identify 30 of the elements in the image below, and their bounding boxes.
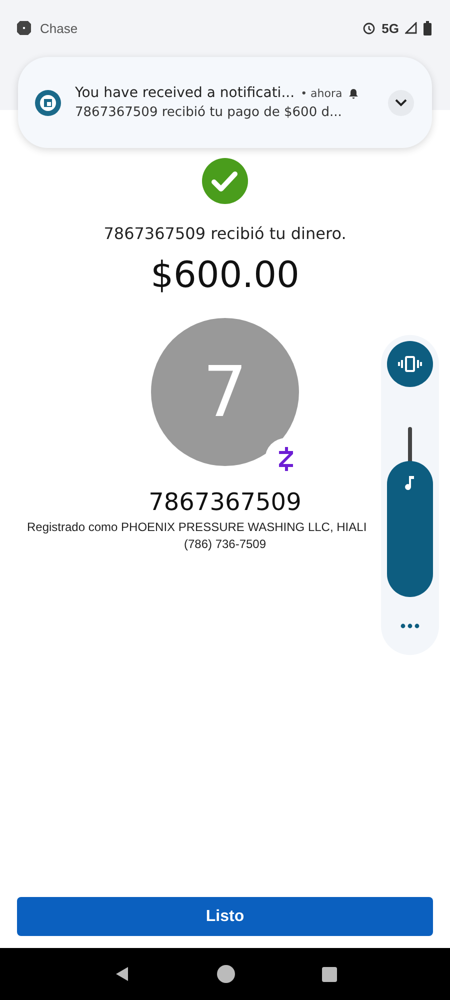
app-logo-icon: [16, 20, 32, 36]
music-note-icon: [404, 475, 416, 491]
bank-logo-icon: [35, 90, 61, 116]
vibrate-icon: [398, 355, 422, 373]
notification-time: • ahora: [300, 86, 342, 100]
more-icon: [400, 623, 420, 629]
home-icon[interactable]: [216, 965, 234, 983]
recipient-name: 7867367509: [148, 488, 302, 516]
confirmation-message: 7867367509 recibió tu dinero.: [104, 224, 346, 243]
bell-icon: [348, 88, 360, 98]
back-icon[interactable]: [114, 966, 130, 982]
registered-name: Registrado como PHOENIX PRESSURE WASHING LLC, HIALI: [27, 520, 367, 534]
chevron-down-icon: [394, 98, 408, 108]
notification-card[interactable]: You have received a notificati... • ahora 7867367509 recibió tu pago de $600 d...: [18, 57, 432, 148]
signal-icon: [405, 22, 417, 34]
notification-title: You have received a notificati...: [75, 85, 295, 101]
notification-body: 7867367509 recibió tu pago de $600 d...: [75, 105, 343, 120]
avatar: 7: [151, 318, 299, 466]
recents-icon[interactable]: [322, 966, 336, 982]
expand-button[interactable]: [388, 90, 414, 116]
recipient-phone: (786) 736-7509: [184, 537, 266, 551]
volume-slider[interactable]: [387, 427, 433, 597]
alarm-icon: [362, 21, 376, 35]
app-name: Chase: [40, 20, 78, 36]
network-label: 5G: [382, 20, 399, 36]
done-button[interactable]: Listo: [17, 897, 433, 936]
vibrate-button[interactable]: [387, 341, 433, 387]
amount: $600.00: [150, 255, 300, 296]
success-check-icon: [202, 158, 248, 204]
battery-icon: [423, 20, 432, 36]
